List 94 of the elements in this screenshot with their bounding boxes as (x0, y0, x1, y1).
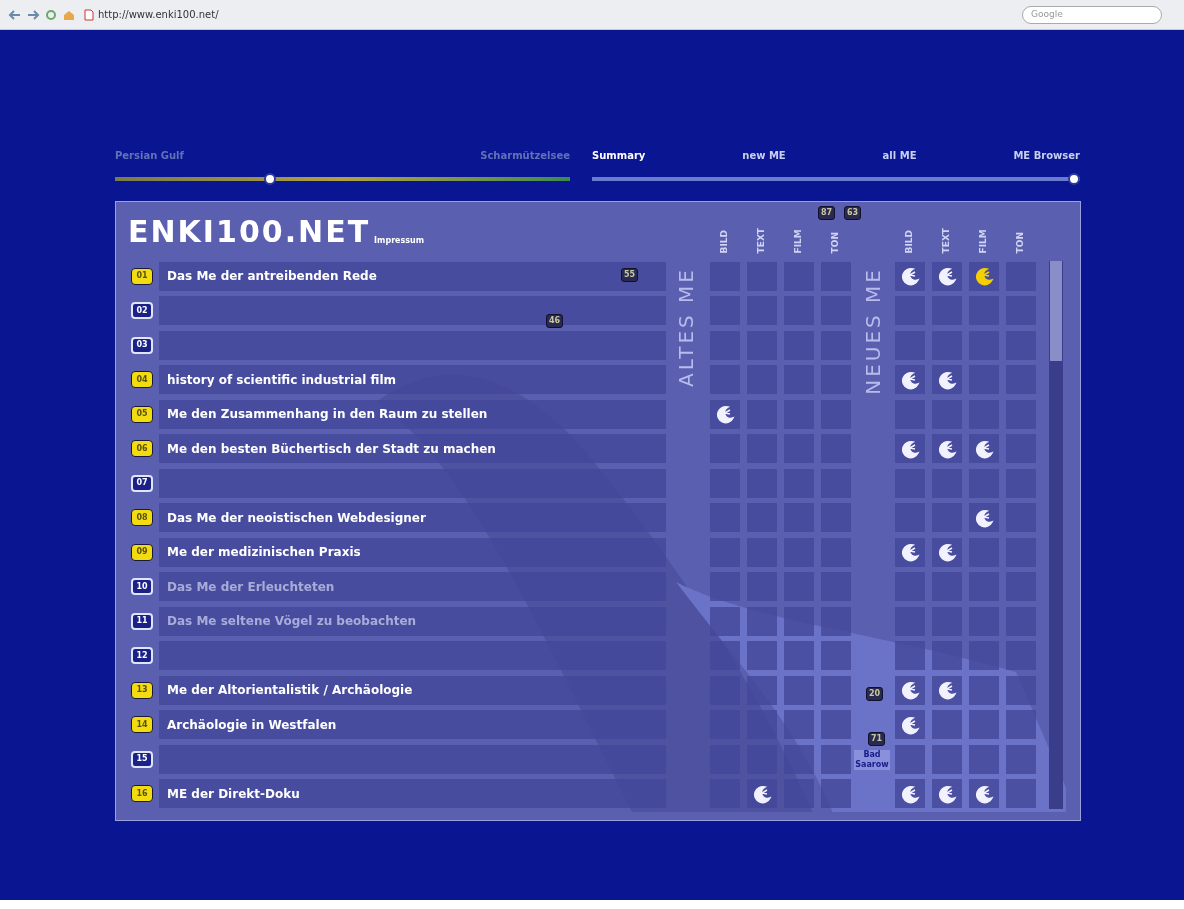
section-label: ALTES ME (673, 267, 699, 387)
grid-cell[interactable] (783, 710, 814, 740)
slider-label: Persian Gulf (115, 149, 184, 163)
grid-cell[interactable] (820, 710, 851, 740)
impressum-link[interactable]: Impressum (374, 235, 425, 247)
reload-icon[interactable] (44, 8, 58, 21)
row-number-badge[interactable]: 15 (131, 750, 153, 768)
row-number-badge[interactable]: 04 (131, 371, 153, 389)
column-header: TEXT (939, 227, 952, 253)
row-number-badge[interactable]: 01 (131, 267, 153, 285)
me-row[interactable]: Me den besten Büchertisch der Stadt zu machen (159, 434, 666, 464)
section-label: NEUES ME (859, 267, 886, 395)
row-number-badge[interactable]: 10 (131, 578, 153, 596)
map-marker[interactable]: 63 (844, 206, 862, 220)
row-number-badge[interactable]: 13 (131, 681, 153, 699)
view-tab[interactable]: new ME (742, 148, 786, 163)
grid-cell[interactable] (709, 572, 740, 602)
grid-cell[interactable] (931, 710, 962, 740)
column-header: BILD (902, 228, 915, 253)
me-title: Me den Zusammenhang in den Raum zu stellen (167, 406, 488, 424)
page-icon (84, 8, 94, 21)
me-title: Das Me der antreibenden Rede (167, 268, 377, 286)
grid-cell[interactable] (1005, 675, 1036, 705)
me-title: Me der Altorientalistik / Archäologie (167, 682, 413, 700)
grid-cell[interactable] (1005, 779, 1036, 809)
column-header: TON (1013, 230, 1026, 253)
map-marker[interactable]: 87 (818, 206, 836, 220)
me-row[interactable]: ME der Direkt-Doku (159, 779, 666, 809)
column-header: FILM (791, 227, 804, 253)
back-icon[interactable] (8, 8, 22, 21)
slider-thumb[interactable] (1068, 173, 1080, 185)
me-title: ME der Direkt-Doku (167, 785, 300, 803)
grid-cell[interactable] (709, 641, 740, 671)
column-header: FILM (976, 227, 989, 253)
row-number-badge[interactable]: 12 (131, 647, 153, 665)
grid-cell[interactable] (783, 744, 814, 774)
grid-cell[interactable] (894, 641, 925, 671)
site-logo[interactable]: ENKI100.NET (128, 217, 371, 247)
address-field[interactable]: http://www.enki100.net/ (98, 7, 219, 22)
grid-cell[interactable] (931, 641, 962, 671)
grid-cell[interactable] (1005, 641, 1036, 671)
grid-cell[interactable] (783, 606, 814, 636)
grid-cell[interactable] (746, 606, 777, 636)
slider-label: Scharmützelsee (480, 149, 570, 163)
map-marker[interactable]: 55 (621, 268, 639, 282)
me-title: history of scientific industrial film (167, 371, 397, 389)
scrollbar[interactable] (1049, 261, 1063, 809)
map-label: Bad Saarow (854, 750, 890, 770)
me-row[interactable] (159, 296, 666, 326)
column-header: BILD (717, 228, 730, 253)
row-number-badge[interactable]: 11 (131, 612, 153, 630)
row-number-badge[interactable]: 14 (131, 716, 153, 734)
location-slider[interactable] (115, 173, 570, 185)
grid-cell[interactable] (1005, 710, 1036, 740)
me-row[interactable]: history of scientific industrial film (159, 365, 666, 395)
me-row[interactable]: Me der medizinischen Praxis (159, 537, 666, 567)
me-row[interactable]: Me den Zusammenhang in den Raum zu stellen (159, 399, 666, 429)
me-row[interactable]: Archäologie in Westfalen (159, 710, 666, 740)
grid-cell[interactable] (783, 641, 814, 671)
me-title: Das Me der neoistischen Webdesigner (167, 509, 426, 527)
map-marker[interactable]: 71 (868, 732, 886, 746)
me-title: Das Me der Erleuchteten (167, 578, 335, 596)
me-title: Me den besten Büchertisch der Stadt zu machen (167, 440, 496, 458)
forward-icon[interactable] (26, 8, 40, 21)
grid-cell[interactable] (820, 606, 851, 636)
row-number-badge[interactable]: 16 (131, 785, 153, 803)
map-marker[interactable]: 46 (546, 314, 564, 328)
row-number-badge[interactable]: 05 (131, 405, 153, 423)
me-row[interactable]: Das Me der neoistischen Webdesigner (159, 503, 666, 533)
grid-cell[interactable] (746, 641, 777, 671)
grid-cell[interactable] (746, 710, 777, 740)
column-header: TON (828, 230, 841, 253)
row-number-badge[interactable]: 09 (131, 543, 153, 561)
me-title: Me der medizinischen Praxis (167, 544, 361, 562)
view-tab[interactable]: Summary (592, 148, 646, 163)
home-icon[interactable] (62, 8, 76, 21)
row-number-badge[interactable]: 03 (131, 336, 153, 354)
row-number-badge[interactable]: 06 (131, 440, 153, 458)
grid-cell[interactable] (968, 710, 999, 740)
slider-thumb[interactable] (263, 173, 276, 185)
row-number-badge[interactable]: 08 (131, 509, 153, 527)
map-marker[interactable]: 20 (866, 687, 884, 701)
grid-cell[interactable] (820, 641, 851, 671)
view-tab[interactable]: ME Browser (1013, 148, 1080, 163)
me-row[interactable]: Me der Altorientalistik / Archäologie (159, 675, 666, 705)
view-slider[interactable] (592, 173, 1080, 185)
column-header: TEXT (754, 227, 767, 253)
grid-cell[interactable] (968, 641, 999, 671)
row-number-badge[interactable]: 02 (131, 302, 153, 320)
me-title: Das Me seltene Vögel zu beobachten (167, 613, 417, 631)
view-tab[interactable]: all ME (882, 148, 917, 163)
me-title: Archäologie in Westfalen (167, 716, 337, 734)
row-number-badge[interactable]: 07 (131, 474, 153, 492)
grid-cell[interactable] (820, 779, 851, 809)
